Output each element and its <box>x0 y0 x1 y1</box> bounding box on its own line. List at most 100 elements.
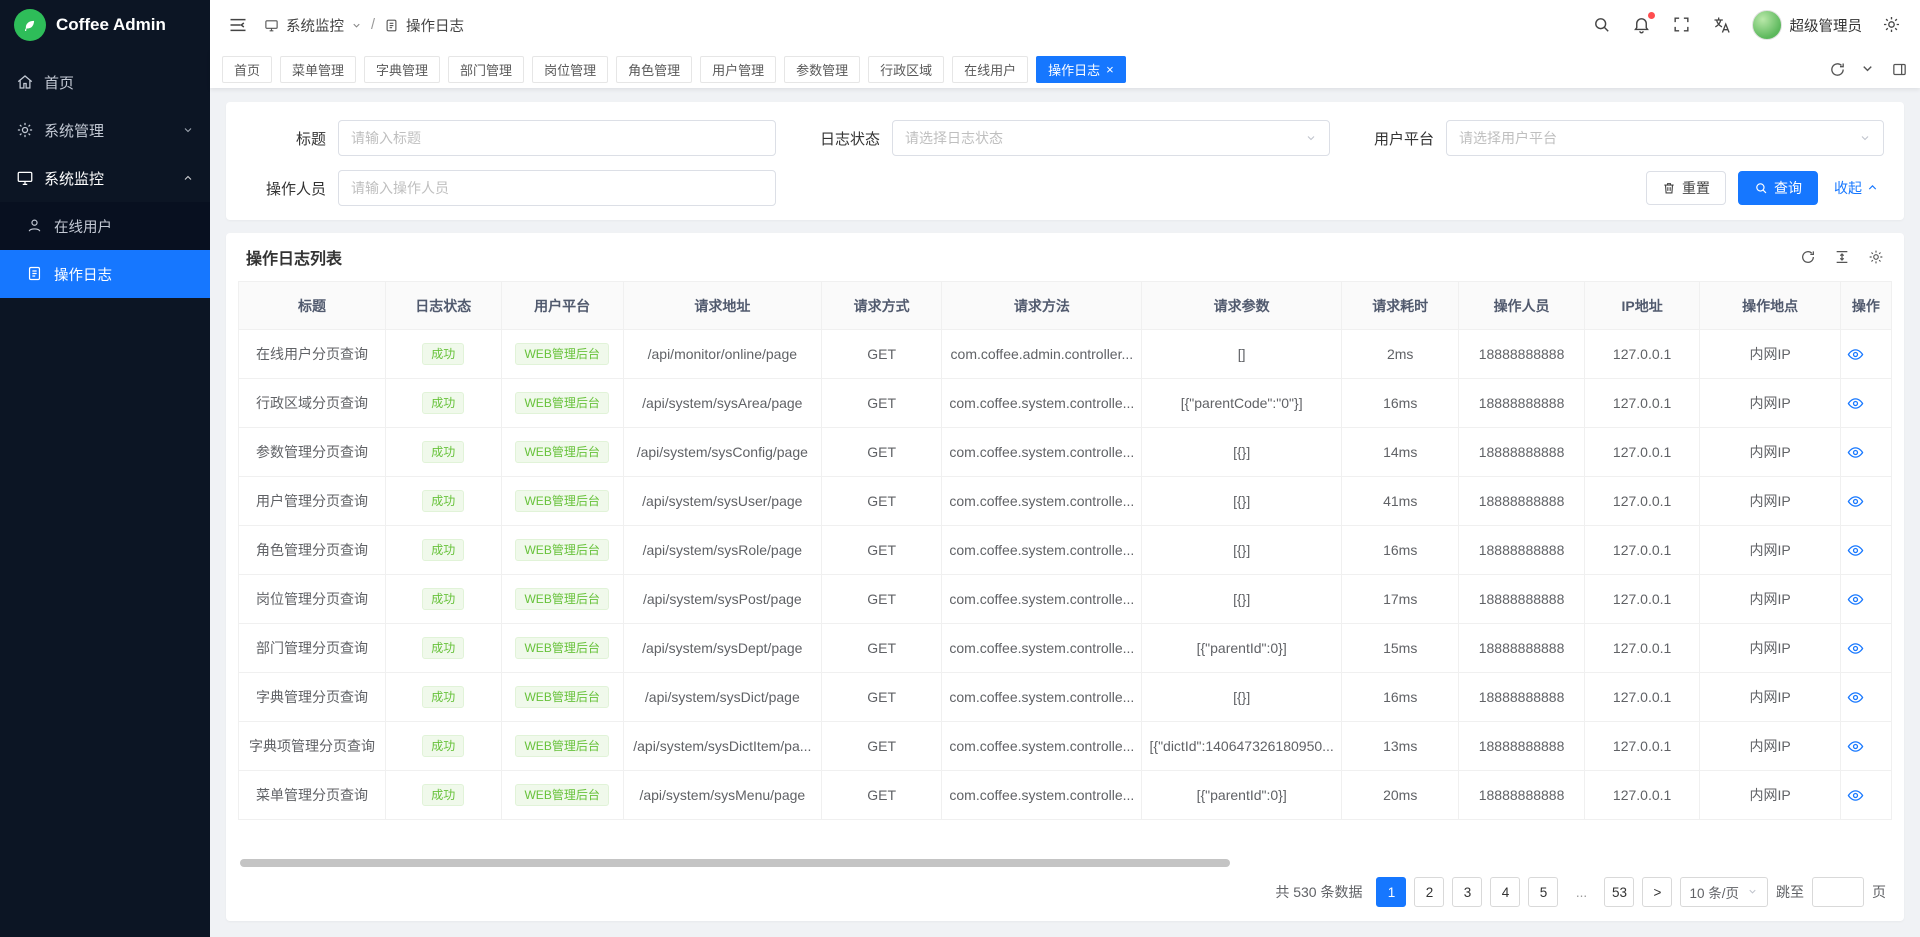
cell-platform: WEB管理后台 <box>501 477 623 526</box>
search-icon[interactable] <box>1592 15 1612 35</box>
collapse-menu-icon[interactable] <box>228 15 248 35</box>
search-filter-panel: 标题 日志状态 请选择日志状态 用户平台 请选择用户平台 <box>226 102 1904 220</box>
cell-method: GET <box>821 673 942 722</box>
column-header: 日志状态 <box>385 282 501 330</box>
breadcrumb-parent[interactable]: 系统监控 <box>286 15 344 36</box>
main-area: 系统监控 / 操作日志 <box>210 0 1920 937</box>
notifications-bell-icon[interactable] <box>1632 15 1652 35</box>
jump-page-input[interactable] <box>1812 877 1864 907</box>
cell-location: 内网IP <box>1700 722 1840 771</box>
view-detail-button[interactable] <box>1840 673 1891 722</box>
collapse-filter-button[interactable]: 收起 <box>1830 171 1884 205</box>
view-detail-button[interactable] <box>1840 624 1891 673</box>
view-detail-button[interactable] <box>1840 526 1891 575</box>
page-size-select[interactable]: 10 条/页 <box>1680 877 1768 907</box>
translate-icon[interactable] <box>1712 15 1732 35</box>
view-detail-button[interactable] <box>1840 477 1891 526</box>
scrollbar-thumb[interactable] <box>240 859 1230 867</box>
page-button-3[interactable]: 3 <box>1452 877 1482 907</box>
log-icon <box>384 18 399 33</box>
eye-icon <box>1847 787 1885 804</box>
row-height-icon[interactable] <box>1834 249 1850 265</box>
refresh-icon[interactable] <box>1800 249 1816 265</box>
page-button-4[interactable]: 4 <box>1490 877 1520 907</box>
tab-部门管理[interactable]: 部门管理 <box>448 56 524 83</box>
tab-参数管理[interactable]: 参数管理 <box>784 56 860 83</box>
eye-icon <box>1847 738 1885 755</box>
sidebar: Coffee Admin 首页 系统管理 系统监控 <box>0 0 210 937</box>
query-button[interactable]: 查询 <box>1738 171 1818 205</box>
tab-close-icon[interactable]: × <box>1106 63 1114 76</box>
cell-status: 成功 <box>385 330 501 379</box>
cell-status: 成功 <box>385 624 501 673</box>
cell-handler: com.coffee.system.controlle... <box>942 575 1142 624</box>
cell-time: 20ms <box>1342 771 1459 820</box>
page-button-2[interactable]: 2 <box>1414 877 1444 907</box>
cell-title: 行政区域分页查询 <box>239 379 386 428</box>
cell-title: 字典管理分页查询 <box>239 673 386 722</box>
user-platform-field: 用户平台 请选择用户平台 <box>1354 120 1884 156</box>
platform-tag: WEB管理后台 <box>515 392 608 414</box>
tab-角色管理[interactable]: 角色管理 <box>616 56 692 83</box>
sidebar-item-system-monitor[interactable]: 系统监控 <box>0 154 210 202</box>
tab-用户管理[interactable]: 用户管理 <box>700 56 776 83</box>
cell-handler: com.coffee.system.controlle... <box>942 428 1142 477</box>
platform-tag: WEB管理后台 <box>515 539 608 561</box>
cell-url: /api/system/sysArea/page <box>623 379 821 428</box>
operator-input[interactable] <box>351 180 763 196</box>
table-row: 菜单管理分页查询成功WEB管理后台/api/system/sysMenu/pag… <box>239 771 1892 820</box>
platform-tag: WEB管理后台 <box>515 490 608 512</box>
column-settings-gear-icon[interactable] <box>1868 249 1884 265</box>
user-platform-select[interactable]: 请选择用户平台 <box>1446 120 1884 156</box>
eye-icon <box>1847 542 1885 559</box>
sidebar-item-label: 首页 <box>44 72 74 93</box>
table-row: 用户管理分页查询成功WEB管理后台/api/system/sysUser/pag… <box>239 477 1892 526</box>
view-detail-button[interactable] <box>1840 771 1891 820</box>
sidebar-item-online-users[interactable]: 在线用户 <box>0 202 210 250</box>
tab-首页[interactable]: 首页 <box>222 56 272 83</box>
page-button-53[interactable]: 53 <box>1604 877 1634 907</box>
refresh-icon[interactable] <box>1829 61 1846 78</box>
sidebar-item-system-management[interactable]: 系统管理 <box>0 106 210 154</box>
cell-method: GET <box>821 428 942 477</box>
tab-行政区域[interactable]: 行政区域 <box>868 56 944 83</box>
sidebar-item-operation-log[interactable]: 操作日志 <box>0 250 210 298</box>
view-detail-button[interactable] <box>1840 379 1891 428</box>
user-name: 超级管理员 <box>1790 15 1863 36</box>
column-header: 请求地址 <box>623 282 821 330</box>
sidebar-item-home[interactable]: 首页 <box>0 58 210 106</box>
platform-tag: WEB管理后台 <box>515 686 608 708</box>
table-row: 角色管理分页查询成功WEB管理后台/api/system/sysRole/pag… <box>239 526 1892 575</box>
view-detail-button[interactable] <box>1840 428 1891 477</box>
breadcrumb: 系统监控 / 操作日志 <box>264 15 464 36</box>
horizontal-scrollbar[interactable] <box>240 859 1890 867</box>
layout-icon[interactable] <box>1891 61 1908 78</box>
page-button-1[interactable]: 1 <box>1376 877 1406 907</box>
page-button-5[interactable]: 5 <box>1528 877 1558 907</box>
view-detail-button[interactable] <box>1840 330 1891 379</box>
cell-operator: 18888888888 <box>1459 477 1585 526</box>
reset-button[interactable]: 重置 <box>1646 171 1726 205</box>
avatar <box>1752 10 1782 40</box>
tab-字典管理[interactable]: 字典管理 <box>364 56 440 83</box>
table-row: 岗位管理分页查询成功WEB管理后台/api/system/sysPost/pag… <box>239 575 1892 624</box>
chevron-down-icon[interactable] <box>1860 61 1877 78</box>
tab-在线用户[interactable]: 在线用户 <box>952 56 1028 83</box>
log-list-card: 操作日志列表 标题日志状态用户平台请求地址请求方式请求方法请求参数请求耗时操作人… <box>226 233 1904 921</box>
card-title: 操作日志列表 <box>246 245 342 269</box>
next-page-button[interactable]: > <box>1642 877 1672 907</box>
view-detail-button[interactable] <box>1840 722 1891 771</box>
user-menu[interactable]: 超级管理员 <box>1752 10 1863 40</box>
fullscreen-icon[interactable] <box>1672 15 1692 35</box>
log-status-select[interactable]: 请选择日志状态 <box>892 120 1330 156</box>
cell-time: 16ms <box>1342 379 1459 428</box>
title-field: 标题 <box>246 120 776 156</box>
sidebar-submenu-monitor: 在线用户 操作日志 <box>0 202 210 298</box>
tab-岗位管理[interactable]: 岗位管理 <box>532 56 608 83</box>
tab-菜单管理[interactable]: 菜单管理 <box>280 56 356 83</box>
settings-gear-icon[interactable] <box>1882 15 1902 35</box>
tab-操作日志[interactable]: 操作日志× <box>1036 56 1126 83</box>
view-detail-button[interactable] <box>1840 575 1891 624</box>
table-body: 在线用户分页查询成功WEB管理后台/api/monitor/online/pag… <box>239 330 1892 820</box>
title-input[interactable] <box>351 130 763 146</box>
